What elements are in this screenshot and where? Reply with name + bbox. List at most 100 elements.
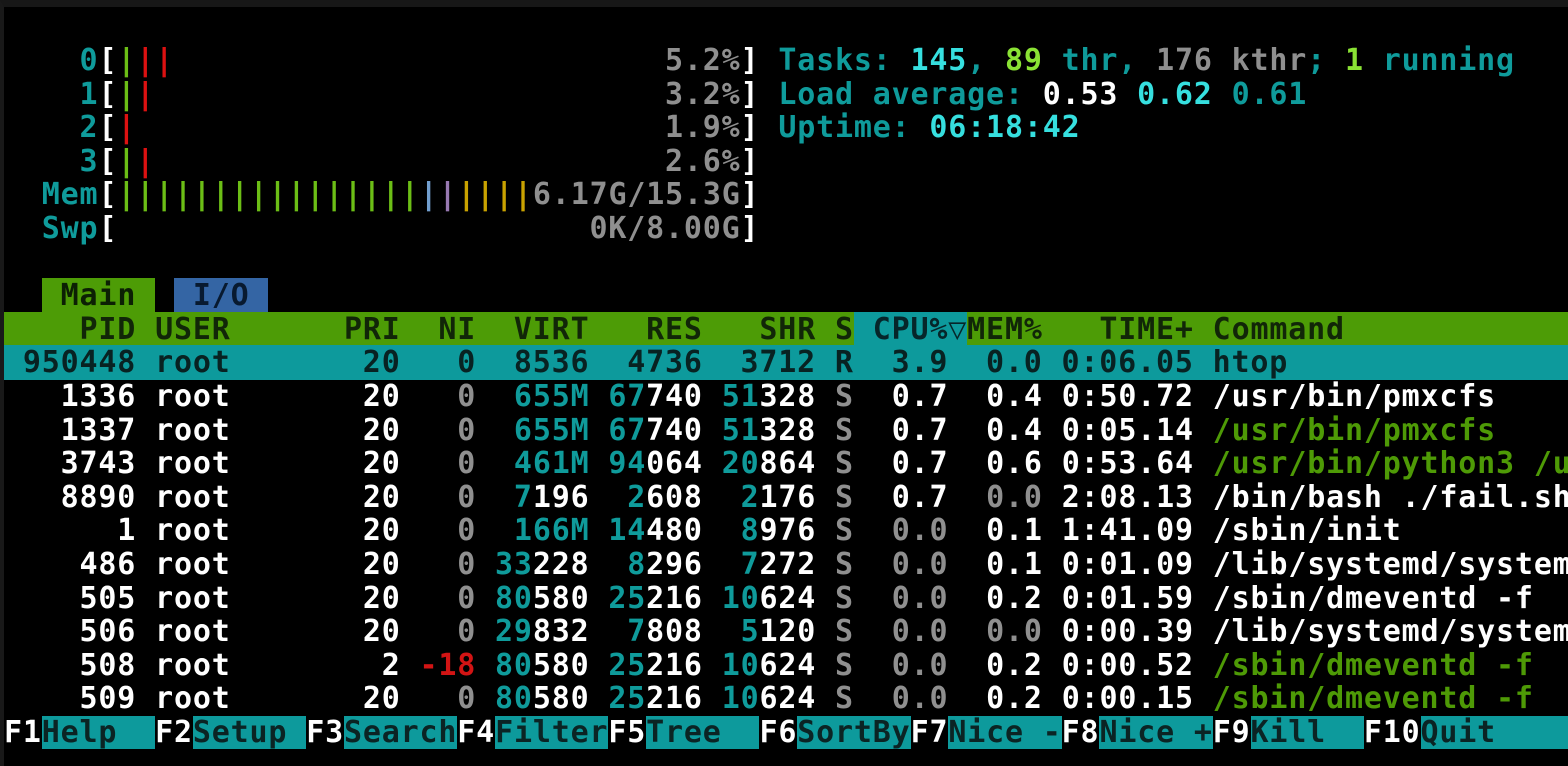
process-cell: 0.4 — [967, 379, 1043, 414]
tab-main[interactable]: Main — [42, 278, 155, 313]
swap-meter: Swp[ 0K/8.00G] — [4, 212, 1568, 246]
process-row-506[interactable]: 506 root 20 0 29832 7808 5120 S 0.0 0.0 … — [4, 615, 1568, 649]
process-cell: 20 — [344, 379, 401, 414]
process-row-1337[interactable]: 1337 root 20 0 655M 67740 51328 S 0.7 0.… — [4, 414, 1568, 448]
process-cell: /usr/bin/pmxcfs — [1213, 413, 1496, 448]
terminal-text-segment — [4, 77, 42, 112]
process-cell — [948, 614, 967, 649]
process-row-505[interactable]: 505 root 20 0 80580 25216 10624 S 0.0 0.… — [4, 582, 1568, 616]
process-cell — [703, 614, 722, 649]
process-cell — [1043, 681, 1062, 716]
process-cell — [136, 413, 155, 448]
process-cell: 808 — [646, 614, 703, 649]
process-cell: 624 — [759, 581, 816, 616]
process-cell: 0.0 — [854, 648, 948, 683]
process-cell: 10 — [722, 581, 760, 616]
process-cell: 624 — [759, 648, 816, 683]
cpu0-meter-label: 0 — [42, 43, 99, 78]
column-header-ni[interactable]: NI — [401, 312, 477, 347]
process-row-3743[interactable]: 3743 root 20 0 461M 94064 20864 S 0.7 0.… — [4, 447, 1568, 481]
process-row-486[interactable]: 486 root 20 0 33228 8296 7272 S 0.0 0.1 … — [4, 548, 1568, 582]
fkey-f10-quit[interactable]: F10Quit — [1364, 716, 1568, 750]
process-cell — [589, 581, 608, 616]
tab-io[interactable]: I/O — [174, 278, 268, 313]
fkey-f5-tree[interactable]: F5Tree — [608, 716, 759, 750]
process-row-509[interactable]: 509 root 20 0 80580 25216 10624 S 0.0 0.… — [4, 682, 1568, 716]
process-cell — [816, 614, 835, 649]
mem-meter-value: 6.17G/15.3G — [533, 177, 741, 212]
process-row-508[interactable]: 508 root 2 -18 80580 25216 10624 S 0.0 0… — [4, 649, 1568, 683]
process-cell — [136, 614, 155, 649]
process-cell: 480 — [646, 513, 703, 548]
process-cell: 0.0 — [967, 480, 1043, 515]
process-cell: 0.0 — [854, 547, 948, 582]
cpu2-meter-value: 1.9% — [665, 110, 741, 145]
mem-meter-bar-tick: | — [212, 177, 231, 212]
column-header-cpu[interactable]: CPU%▽ — [854, 312, 967, 347]
fkey-action-label: SortBy — [797, 716, 910, 750]
mem-meter-bar-tick: | — [306, 177, 325, 212]
process-cell: /sbin/init — [1213, 513, 1402, 548]
fkey-key-label: F2 — [155, 716, 193, 750]
fkey-f4-filter[interactable]: F4Filter — [457, 716, 608, 750]
cpu0-meter-bar-tick: | — [117, 43, 136, 78]
column-header-user[interactable]: USER — [136, 312, 344, 347]
process-row-1336[interactable]: 1336 root 20 0 655M 67740 51328 S 0.7 0.… — [4, 380, 1568, 414]
process-row-950448[interactable]: 950448 root 20 0 8536 4736 3712 R 3.9 0.… — [4, 346, 1568, 380]
terminal-text-segment — [759, 77, 778, 112]
process-cell: 33 — [495, 547, 533, 582]
column-header-pri[interactable]: PRI — [344, 312, 401, 347]
process-cell: 120 — [759, 614, 816, 649]
process-row-1[interactable]: 1 root 20 0 166M 14480 8976 S 0.0 0.1 1:… — [4, 514, 1568, 548]
fkey-f9-kill[interactable]: F9Kill — [1213, 716, 1364, 750]
column-header-res[interactable]: RES — [589, 312, 702, 347]
fkey-key-label: F4 — [457, 716, 495, 750]
column-header-time[interactable]: TIME+ — [1043, 312, 1194, 347]
cpu-meter-1: 1[|| 3.2%] Load average: 0.53 0.62 0.61 — [4, 78, 1568, 112]
process-cell: 166M — [495, 513, 589, 548]
terminal-text-segment — [4, 177, 42, 212]
fkey-action-label: Search — [344, 716, 457, 750]
column-header-s[interactable]: S — [816, 312, 854, 347]
process-cell: 0:05.14 — [1062, 413, 1194, 448]
column-header-shr[interactable]: SHR — [703, 312, 816, 347]
mem-meter-label: Mem — [42, 177, 99, 212]
fkey-f2-setup[interactable]: F2Setup — [155, 716, 306, 750]
process-cell: 608 — [646, 480, 703, 515]
process-cell: root — [155, 446, 344, 481]
fkey-f6-sortby[interactable]: F6SortBy — [759, 716, 910, 750]
process-cell: 0:00.39 — [1062, 614, 1194, 649]
fkey-f7-nice[interactable]: F7Nice - — [911, 716, 1062, 750]
load-average: 0.61 — [1232, 77, 1308, 112]
process-cell: 25 — [608, 648, 646, 683]
process-cell: S — [835, 614, 854, 649]
column-header-command[interactable]: Command — [1194, 312, 1345, 347]
process-cell — [476, 413, 495, 448]
column-header-mem[interactable]: MEM% — [967, 312, 1043, 347]
process-cell: 20 — [344, 681, 401, 716]
cpu1-meter-value: 3.2% — [665, 77, 741, 112]
fkey-f3-search[interactable]: F3Search — [306, 716, 457, 750]
tasks-summary: 89 — [1005, 43, 1043, 78]
process-row-8890[interactable]: 8890 root 20 0 7196 2608 2176 S 0.7 0.0 … — [4, 481, 1568, 515]
process-cell — [401, 581, 420, 616]
fkey-action-label: Filter — [495, 716, 608, 750]
fkey-f1-help[interactable]: F1Help — [4, 716, 155, 750]
column-header-virt[interactable]: VIRT — [476, 312, 589, 347]
meter-open-bracket: [ — [98, 43, 117, 78]
process-cell: 580 — [533, 681, 590, 716]
process-cell: 505 — [4, 581, 136, 616]
process-cell: 0:00.15 — [1062, 681, 1194, 716]
process-cell: 0.0 — [967, 614, 1043, 649]
function-key-bar: F1Help F2Setup F3SearchF4FilterF5Tree F6… — [4, 716, 1568, 750]
process-cell — [816, 480, 835, 515]
cpu3-meter-value: 2.6% — [665, 144, 741, 179]
process-cell — [589, 413, 608, 448]
process-cell — [703, 413, 722, 448]
screen-tabs: Main I/O — [4, 279, 1568, 313]
fkey-f8-nice[interactable]: F8Nice + — [1062, 716, 1213, 750]
process-cell — [948, 547, 967, 582]
cpu2-meter-label: 2 — [42, 110, 99, 145]
terminal-text-segment — [4, 144, 42, 179]
column-header-pid[interactable]: PID — [4, 312, 136, 347]
